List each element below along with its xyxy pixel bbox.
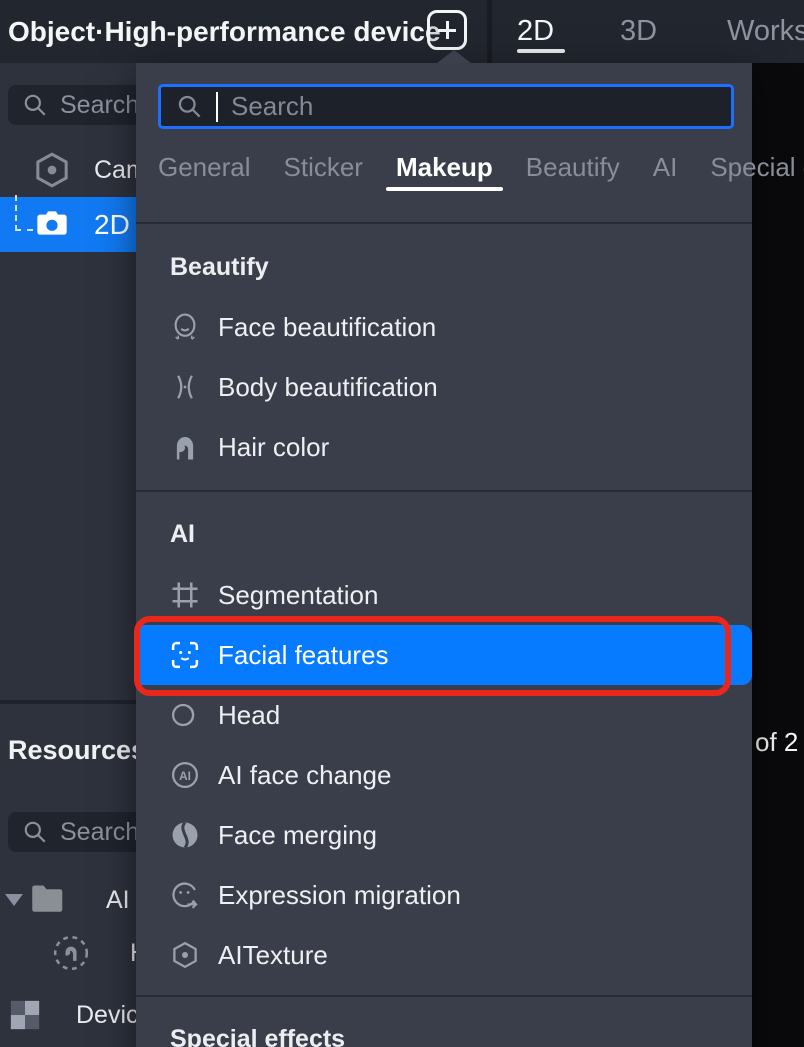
dropdown-search-placeholder: Search (231, 91, 313, 122)
object-search-placeholder: Search (60, 91, 136, 120)
resource-folder-ai[interactable]: AI (0, 881, 136, 919)
section-header-beautify: Beautify (170, 253, 269, 282)
divider (136, 490, 752, 492)
viewport-page-indicator: of 2 (755, 727, 798, 758)
tree-connector (15, 195, 33, 231)
resource-item-hair[interactable]: Hair (0, 933, 136, 973)
dropdown-search-input[interactable]: Search (158, 84, 734, 129)
menu-item-facial-features[interactable]: Facial features (136, 625, 752, 685)
page-title: Object·High-performance device (8, 0, 441, 63)
tree-item-label: 2D (94, 197, 130, 252)
menu-item-hair-color[interactable]: Hair color (136, 417, 752, 477)
menu-item-label: Hair color (218, 432, 329, 463)
hair-resource-icon (52, 934, 90, 972)
menu-item-label: AI face change (218, 760, 391, 791)
hexagon-target-icon (32, 150, 72, 190)
tree-item-camera[interactable]: Camera (0, 148, 136, 192)
segmentation-icon (170, 580, 200, 610)
app-window: of 2 Search Camera 2D Resources (0, 0, 804, 1047)
tab-workspace[interactable]: Workspace (727, 0, 804, 63)
aitexture-icon (170, 940, 200, 970)
device-grid-icon (8, 998, 42, 1032)
add-object-dropdown: Search General Sticker Makeup Beautify A… (136, 63, 752, 1047)
tab-special-effects[interactable]: Special effects (710, 151, 804, 191)
tab-sticker[interactable]: Sticker (284, 151, 363, 191)
menu-item-label: Head (218, 700, 280, 731)
tab-3d[interactable]: 3D (620, 0, 657, 63)
menu-item-label: AITexture (218, 940, 328, 971)
active-tab-underline (517, 49, 565, 53)
sidebar-divider (0, 700, 136, 704)
dropdown-caret (437, 50, 471, 63)
object-search-input[interactable]: Search (8, 85, 136, 125)
hair-color-icon (170, 432, 200, 462)
tree-item-label: Camera (94, 156, 136, 185)
resource-item-device[interactable]: Device (0, 996, 136, 1034)
menu-item-label: Facial features (218, 640, 389, 671)
facial-features-icon (170, 640, 200, 670)
ai-icon-text: AI (179, 769, 191, 783)
resources-panel-title: Resources (8, 735, 136, 766)
menu-item-label: Body beautification (218, 372, 438, 403)
resource-label: AI (106, 881, 130, 919)
menu-item-aitexture[interactable]: AITexture (136, 925, 752, 985)
topbar-divider (487, 0, 492, 63)
divider (136, 222, 752, 224)
face-merging-icon (170, 820, 200, 850)
tab-beautify[interactable]: Beautify (526, 151, 620, 191)
expression-migration-icon (170, 880, 200, 910)
tab-2d[interactable]: 2D (517, 0, 554, 63)
menu-item-label: Face beautification (218, 312, 436, 343)
search-icon (22, 92, 48, 118)
search-icon (176, 93, 203, 120)
body-beautification-icon (170, 372, 200, 402)
add-object-button[interactable] (427, 10, 467, 50)
tree-item-2d-selected[interactable]: 2D (0, 197, 136, 252)
face-beautification-icon (170, 312, 200, 342)
top-bar: Object·High-performance device 2D 3D Wor… (0, 0, 804, 63)
menu-item-face-merging[interactable]: Face merging (136, 805, 752, 865)
menu-item-ai-face-change[interactable]: AI AI face change (136, 745, 752, 805)
menu-item-expression-migration[interactable]: Expression migration (136, 865, 752, 925)
head-icon (170, 700, 200, 730)
tab-ai[interactable]: AI (653, 151, 678, 191)
object-tree-sidebar: Search Camera 2D Resources Search (0, 63, 136, 1047)
section-header-ai: AI (170, 520, 195, 549)
menu-item-segmentation[interactable]: Segmentation (136, 565, 752, 625)
category-tabs: General Sticker Makeup Beautify AI Speci… (158, 151, 804, 191)
divider (136, 995, 752, 997)
menu-item-head[interactable]: Head (136, 685, 752, 745)
menu-item-label: Face merging (218, 820, 377, 851)
plus-icon (438, 29, 456, 32)
camera-icon (36, 210, 68, 238)
caret-down-icon[interactable] (5, 894, 23, 906)
ai-face-change-icon: AI (170, 760, 200, 790)
resource-label: Device (76, 996, 136, 1034)
menu-item-label: Segmentation (218, 580, 378, 611)
search-icon (22, 819, 48, 845)
tab-makeup[interactable]: Makeup (396, 151, 493, 191)
text-cursor (216, 92, 218, 122)
resources-search-input[interactable]: Search (8, 812, 136, 852)
tab-general[interactable]: General (158, 151, 251, 191)
folder-icon (30, 883, 66, 915)
section-header-special-effects: Special effects (170, 1025, 345, 1047)
menu-item-label: Expression migration (218, 880, 461, 911)
menu-item-body-beautification[interactable]: Body beautification (136, 357, 752, 417)
resources-search-placeholder: Search (60, 818, 136, 847)
menu-item-face-beautification[interactable]: Face beautification (136, 297, 752, 357)
